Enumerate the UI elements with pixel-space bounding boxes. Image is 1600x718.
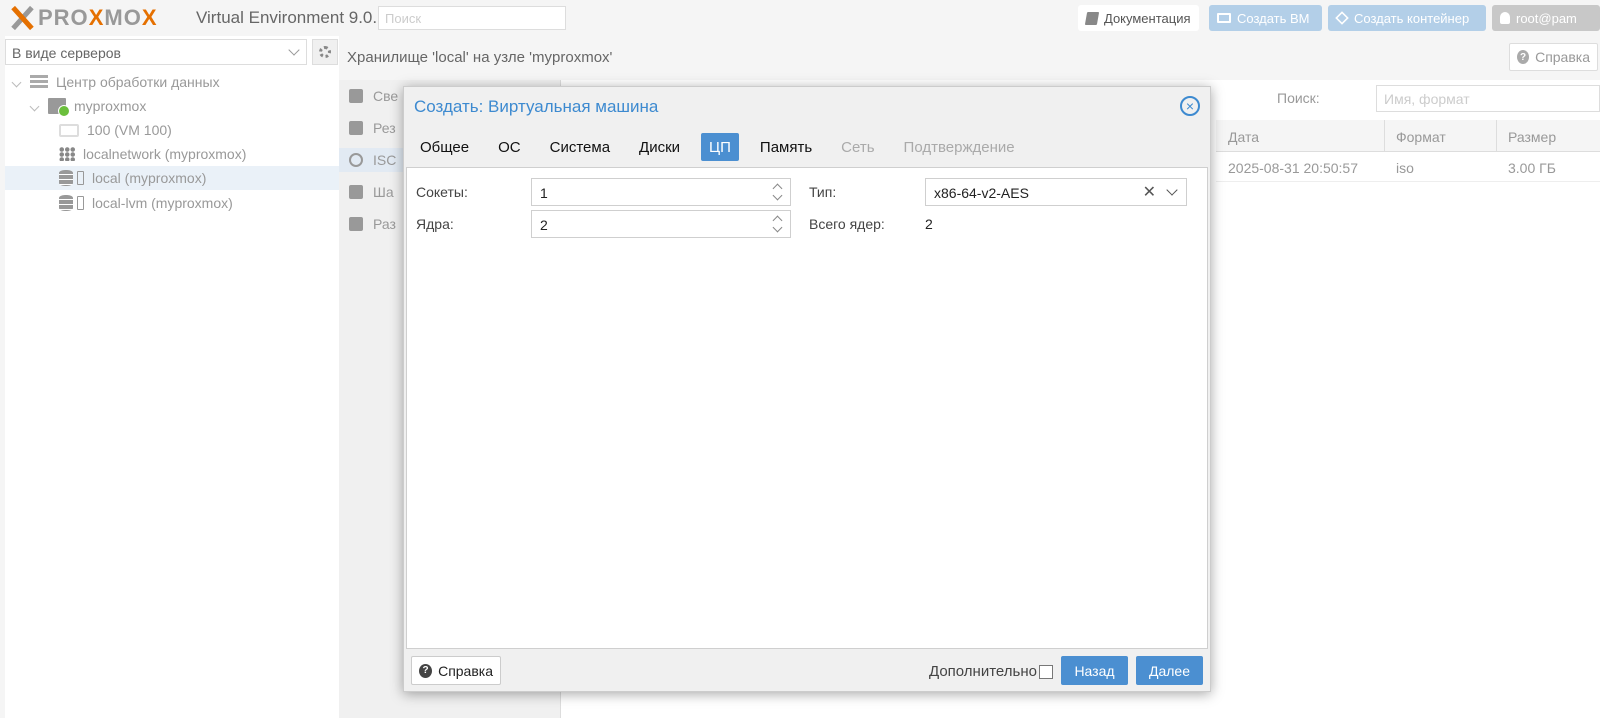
storage-icon xyxy=(59,170,73,186)
disc-icon xyxy=(349,153,363,167)
book-icon xyxy=(349,89,363,103)
grid-header: Дата Формат Размер xyxy=(1216,120,1600,152)
template-icon xyxy=(349,185,363,199)
nav-item-summary[interactable]: Све xyxy=(349,84,398,108)
dialog-title: Создать: Виртуальная машина xyxy=(414,97,659,116)
wizard-tabs: Общее ОС Система Диски ЦП Память Сеть По… xyxy=(412,133,1036,161)
tab-system[interactable]: Система xyxy=(542,133,618,161)
column-header-size[interactable]: Размер xyxy=(1508,129,1556,145)
spinner-arrows-icon[interactable] xyxy=(772,215,782,233)
tree-item-vm-100[interactable]: 100 (VM 100) xyxy=(5,118,339,142)
create-container-button[interactable]: Создать контейнер xyxy=(1328,5,1486,31)
documentation-button[interactable]: Документация xyxy=(1078,5,1199,31)
sockets-stepper[interactable]: 1 xyxy=(531,178,791,206)
cell-size: 3.00 ГБ xyxy=(1508,160,1556,176)
type-label: Тип: xyxy=(809,184,837,200)
device-icon xyxy=(77,171,84,185)
grid-search-input[interactable]: Имя, формат xyxy=(1376,85,1600,112)
cores-label: Ядра: xyxy=(416,216,454,232)
chevron-down-icon[interactable] xyxy=(29,101,40,111)
tab-general[interactable]: Общее xyxy=(412,133,477,161)
book-icon xyxy=(1084,11,1100,25)
back-button[interactable]: Назад xyxy=(1061,656,1128,685)
nav-item-templates[interactable]: Ша xyxy=(349,180,394,204)
tab-disks[interactable]: Диски xyxy=(631,133,688,161)
create-vm-button[interactable]: Создать ВМ xyxy=(1209,5,1322,31)
product-version-title: Virtual Environment 9.0.6 xyxy=(196,8,387,27)
tree-item-local-lvm[interactable]: local-lvm (myproxmox) xyxy=(5,191,339,215)
chevron-down-icon xyxy=(288,44,300,56)
table-row[interactable]: 2025-08-31 20:50:57 iso 3.00 ГБ xyxy=(1216,152,1600,182)
clear-icon[interactable]: ✕ xyxy=(1143,182,1156,202)
user-icon xyxy=(1500,12,1510,24)
network-grid-icon xyxy=(59,147,75,161)
nav-item-backups[interactable]: Рез xyxy=(349,116,396,140)
advanced-checkbox[interactable] xyxy=(1039,665,1053,679)
question-icon: ? xyxy=(419,663,433,678)
close-icon[interactable]: × xyxy=(1180,96,1200,116)
total-cores-label: Всего ядер: xyxy=(809,216,885,232)
sockets-label: Сокеты: xyxy=(416,184,468,200)
help-button[interactable]: ? Справка xyxy=(1509,43,1598,71)
node-icon xyxy=(48,98,70,117)
proxmox-logo: PROXMOX xyxy=(8,4,158,32)
user-menu-button[interactable]: root@pam xyxy=(1492,5,1600,31)
tab-os[interactable]: ОС xyxy=(490,133,529,161)
monitor-icon xyxy=(1217,13,1231,23)
chevron-down-icon[interactable] xyxy=(11,77,22,87)
tab-network: Сеть xyxy=(841,138,875,156)
spinner-arrows-icon[interactable] xyxy=(772,183,782,201)
nav-item-permissions[interactable]: Раз xyxy=(349,212,396,236)
gear-icon xyxy=(319,46,331,58)
cpu-settings-panel: Сокеты: 1 Ядра: 2 Тип: x86-64-v2-AES ✕ В… xyxy=(406,167,1208,649)
cube-icon xyxy=(1335,11,1349,25)
tab-cpu[interactable]: ЦП xyxy=(701,133,739,161)
logo-x-icon xyxy=(8,4,36,32)
total-cores-value: 2 xyxy=(925,216,933,232)
storage-icon xyxy=(59,195,73,211)
view-select[interactable]: В виде серверов xyxy=(5,39,307,65)
tree-item-localnetwork[interactable]: localnetwork (myproxmox) xyxy=(5,142,339,166)
tree-settings-button[interactable] xyxy=(312,39,338,65)
device-icon xyxy=(77,196,84,210)
unlock-icon xyxy=(349,217,363,231)
content-title: Хранилище 'local' на узле 'myproxmox' xyxy=(347,49,613,66)
cores-stepper[interactable]: 2 xyxy=(531,210,791,238)
next-button[interactable]: Далее xyxy=(1136,656,1203,685)
resource-tree-panel: В виде серверов Центр обработки данных m… xyxy=(5,36,339,718)
question-icon: ? xyxy=(1517,50,1530,64)
tree-item-node[interactable]: myproxmox xyxy=(5,94,339,118)
chevron-down-icon[interactable] xyxy=(1166,184,1178,196)
create-vm-dialog: Создать: Виртуальная машина × Общее ОС С… xyxy=(403,86,1211,692)
vm-icon xyxy=(59,123,79,137)
tab-memory[interactable]: Память xyxy=(752,133,820,161)
global-search-input[interactable]: Поиск xyxy=(378,6,566,30)
datacenter-icon xyxy=(30,75,48,89)
top-bar: PROXMOX Virtual Environment 9.0.6 Поиск … xyxy=(0,0,1600,36)
grid-search-label: Поиск: xyxy=(1277,90,1320,106)
floppy-icon xyxy=(349,121,363,135)
cell-date: 2025-08-31 20:50:57 xyxy=(1228,160,1358,176)
cell-format: iso xyxy=(1396,160,1414,176)
dialog-help-button[interactable]: ? Справка xyxy=(411,656,501,685)
tree-item-datacenter[interactable]: Центр обработки данных xyxy=(5,70,339,94)
cpu-type-select[interactable]: x86-64-v2-AES ✕ xyxy=(925,178,1187,206)
column-header-date[interactable]: Дата xyxy=(1228,129,1259,145)
advanced-label: Дополнительно xyxy=(929,663,1037,680)
tree-item-local[interactable]: local (myproxmox) xyxy=(5,166,339,190)
tab-confirm: Подтверждение xyxy=(903,138,1015,156)
column-header-format[interactable]: Формат xyxy=(1396,129,1446,145)
